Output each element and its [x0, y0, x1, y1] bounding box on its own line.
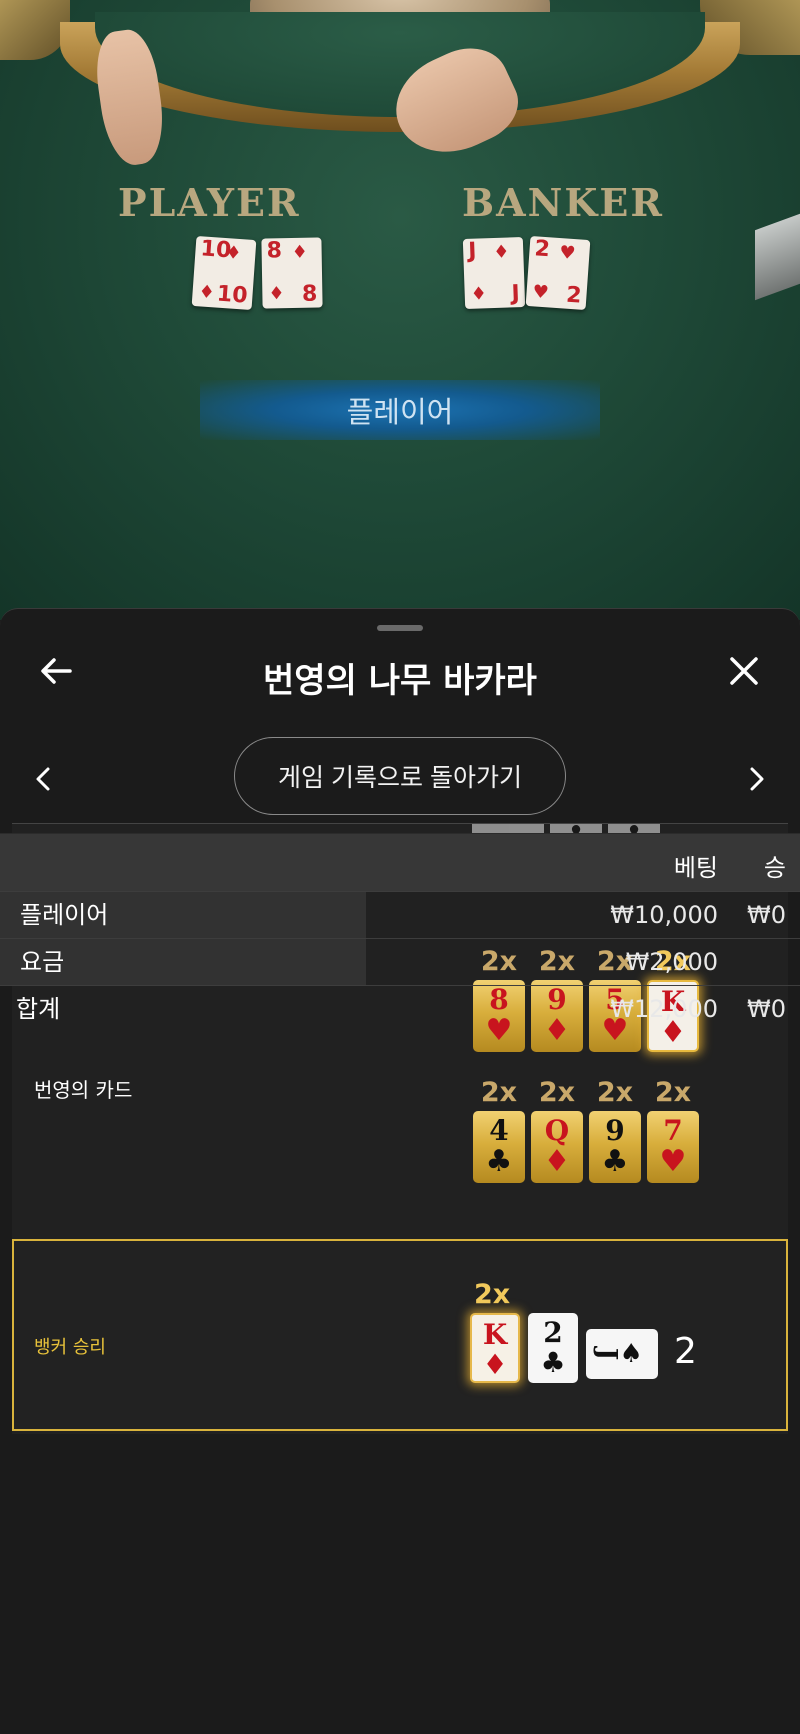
sheet-title: 번영의 나무 바카라: [263, 661, 537, 701]
bet-amount: ₩10,000: [610, 901, 718, 929]
next-round-chevron-icon[interactable]: [742, 759, 772, 799]
total-bet-amount: ₩12,000: [610, 995, 718, 1023]
close-icon[interactable]: [724, 651, 764, 691]
card-shoe: [755, 213, 800, 301]
multiplier-label: 2x: [474, 1279, 511, 1310]
banker-hand-card-sideways: J ♠: [586, 1329, 658, 1379]
round-result-banner: 플레이어: [200, 380, 600, 440]
total-win-amount: ₩0: [747, 995, 786, 1023]
live-video: PLAYER BANKER 10 ♦ ♦ 10 8 ♦ ♦ 8 J ♦ ♦ J 2 ♥ ♥ 2 …: [0, 0, 800, 620]
player-area-label: PLAYER: [118, 180, 301, 225]
round-result-text: 플레이어: [346, 395, 454, 429]
column-header-bet: 베팅: [673, 854, 718, 882]
bet-type-label: 플레이어: [0, 892, 366, 938]
sheet-drag-handle[interactable]: [377, 625, 423, 631]
fortune-card: 2x 9 ♣: [589, 1077, 641, 1183]
banker-card-1: J ♦ ♦ J: [462, 236, 526, 310]
multiplier-label: 2x: [480, 1077, 518, 1108]
fortune-card: 2x Q ♦: [531, 1077, 583, 1183]
banker-card-2: 2 ♥ ♥ 2: [525, 235, 591, 311]
table-row: 요금 ₩2,000: [0, 938, 800, 985]
previous-round-chevron-icon[interactable]: [28, 759, 58, 799]
win-amount: ₩0: [747, 901, 786, 929]
table-header: 베팅 승: [0, 833, 800, 891]
banker-win-panel: 뱅커 승리 2x K ♦ 2 ♣ J ♠ 2: [12, 1239, 788, 1431]
multiplier-label: 2x: [654, 1077, 692, 1108]
fortune-card: 2x 7 ♥: [647, 1077, 699, 1183]
multiplier-label: 2x: [596, 1077, 634, 1108]
bet-type-label: 요금: [0, 939, 366, 985]
column-header-win: 승: [763, 854, 786, 882]
table-total-row: 합계 ₩12,000 ₩0: [0, 985, 800, 1032]
player-card-1: 10 ♦ ♦ 10: [191, 235, 257, 311]
fortune-card: 2x 4 ♣: [473, 1077, 525, 1183]
banker-win-label: 뱅커 승리: [34, 1337, 106, 1358]
bet-amount: ₩2,000: [625, 948, 718, 976]
game-history-sheet: 번영의 나무 바카라 게임 기록으로 돌아가기 ♣ ♣ 번영의 카드 2x 8♥…: [0, 608, 800, 1734]
banker-score: 2: [674, 1331, 697, 1372]
player-card-2: 8 ♦ ♦ 8: [261, 237, 323, 309]
back-to-history-button[interactable]: 게임 기록으로 돌아가기: [234, 737, 566, 815]
fortune-cards-label: 번영의 카드: [34, 1078, 133, 1102]
banker-hand-card: 2 ♣: [528, 1313, 578, 1383]
banker-hand-card: K ♦: [470, 1313, 520, 1383]
bets-table: 베팅 승 플레이어 ₩10,000 ₩0 요금 ₩2,000 합계 ₩12,00…: [0, 833, 800, 1032]
multiplier-label: 2x: [538, 1077, 576, 1108]
total-label: 합계: [16, 995, 61, 1023]
table-row: 플레이어 ₩10,000 ₩0: [0, 891, 800, 938]
banker-area-label: BANKER: [462, 180, 664, 225]
